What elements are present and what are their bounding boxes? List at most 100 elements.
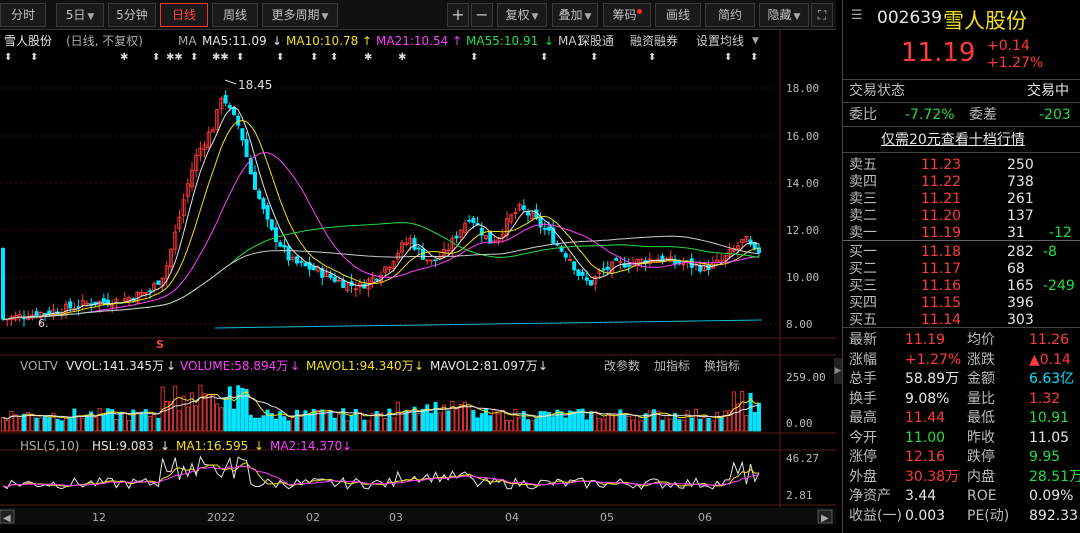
volume-bar — [538, 410, 543, 432]
volume-bar — [509, 420, 514, 432]
volume-bar — [731, 391, 736, 432]
stat-value: 58.89万 — [905, 371, 960, 387]
volume-bar — [479, 413, 484, 432]
price-axis: 18.00 16.00 14.00 12.00 10.00 8.00 — [786, 82, 819, 331]
x-tick: 06 — [698, 511, 712, 524]
stat-row: 最高 11.44 最低 10.91 — [843, 409, 1080, 428]
mavol1-value: MAVOL1:94.340万 — [306, 359, 414, 373]
volume-bar — [177, 410, 182, 432]
volume-bar — [122, 412, 127, 432]
volume-bar — [593, 411, 598, 432]
candle-body — [601, 268, 606, 271]
volume-bar — [542, 411, 547, 432]
volume-bar — [85, 414, 90, 432]
low-price-label: 6. — [38, 317, 49, 330]
stat-row: 涨幅 +1.27% 涨跌 ▲0.14 — [843, 351, 1080, 370]
menu-icon[interactable]: ☰ — [851, 8, 863, 23]
volume-bar — [618, 409, 623, 432]
trade-status-value: 交易中 — [1027, 83, 1069, 99]
ma5-line — [2, 106, 760, 320]
volume-bar — [467, 406, 472, 432]
hsl-y-tick: 2.81 — [786, 489, 813, 502]
vol-y-tick: 259.00 — [786, 371, 826, 384]
volume-bar — [303, 410, 308, 432]
volume-bar — [290, 417, 295, 432]
level10-promo-link[interactable]: 仅需20元查看十档行情 — [881, 131, 1025, 150]
stat-value: 1.32 — [1029, 390, 1061, 407]
candle-body — [282, 244, 287, 248]
volume-bar — [715, 412, 720, 432]
stat-row: 最新 11.19 均价 11.26 — [843, 331, 1080, 350]
volume-bar — [677, 419, 682, 432]
volume-edit-params-button[interactable]: 改参数 — [604, 357, 640, 375]
volume-bar — [433, 402, 438, 432]
hsl-indicator-label[interactable]: HSL(5,10) — [20, 437, 79, 455]
stat-row: 今开 11.00 昨收 11.05 — [843, 429, 1080, 448]
volume-add-indicator-button[interactable]: 加指标 — [654, 357, 690, 375]
volume-bar — [231, 408, 236, 432]
volume-bar — [526, 419, 531, 432]
ma-lines — [2, 106, 763, 329]
stat-value: 6.63亿 — [1029, 371, 1075, 387]
volume-bar — [597, 417, 602, 432]
candle-body — [0, 247, 6, 320]
collapse-panel-button[interactable]: ▶ — [834, 358, 842, 384]
volume-bar — [17, 417, 22, 432]
volume-bar — [97, 408, 102, 432]
x-tick: 2022 — [207, 511, 235, 524]
hsl-value: HSL:9.083 — [92, 439, 154, 453]
volume-bar — [236, 385, 241, 432]
volume-bar — [0, 417, 6, 432]
volume-bar — [488, 415, 493, 432]
volume-bar — [294, 409, 299, 432]
y-tick: 10.00 — [786, 271, 819, 284]
volume-bar — [601, 418, 606, 432]
volume-bar — [9, 411, 14, 432]
volume-bar — [517, 417, 522, 432]
volume-bar — [59, 420, 64, 432]
volume-switch-indicator-button[interactable]: 换指标 — [704, 357, 740, 375]
volume-bar — [572, 411, 577, 432]
stat-label: 昨收 — [967, 429, 995, 446]
volume-bar — [429, 412, 434, 432]
candle-body — [614, 258, 619, 261]
volume-bar — [215, 403, 220, 432]
high-price-label: 18.45 — [238, 78, 272, 92]
hsl-ma2-value: MA2:14.370 — [270, 439, 343, 453]
volume-bar — [551, 416, 556, 432]
current-price: 11.19 — [901, 38, 976, 68]
stat-value: 11.05 — [1029, 429, 1070, 446]
stock-name-header: 雪人股份 — [943, 9, 1027, 33]
stat-row: 总手 58.89万 金额 6.63亿 — [843, 370, 1080, 389]
ma250-line — [214, 319, 763, 329]
hsl-ma1-value: MA1:16.595 — [176, 439, 249, 453]
candle-body — [43, 313, 48, 315]
ma10-line — [2, 119, 760, 320]
candle-body — [362, 283, 367, 289]
candle-body — [311, 266, 316, 271]
candle-body — [261, 198, 266, 210]
volume-bar — [513, 408, 518, 432]
mavol1-arrow-icon: ↓ — [414, 359, 425, 373]
stat-label: 涨跌 — [967, 351, 995, 368]
stat-label: 涨幅 — [849, 351, 877, 368]
volume-bar — [446, 410, 451, 432]
volume-bar — [387, 408, 392, 432]
candle-body — [34, 311, 39, 318]
volume-bar — [168, 401, 173, 432]
volume-bar — [227, 386, 232, 432]
volume-bar — [694, 408, 699, 432]
y-tick: 18.00 — [786, 82, 819, 95]
hsl-arrow-icon: ↓ — [160, 439, 171, 453]
candle-body — [269, 219, 274, 230]
candle-body — [467, 219, 472, 222]
chevron-right-icon: ▶ — [821, 513, 829, 524]
sell-signal-marker: S — [156, 338, 164, 351]
volume-bar — [13, 414, 18, 432]
volume-bar — [660, 419, 665, 432]
candle-body — [328, 274, 333, 278]
vol-y-tick: 0.00 — [786, 417, 813, 430]
volume-indicator-label[interactable]: VOLTV — [20, 357, 58, 375]
stat-value: 3.44 — [905, 488, 937, 504]
trade-status-label: 交易状态 — [849, 83, 905, 99]
